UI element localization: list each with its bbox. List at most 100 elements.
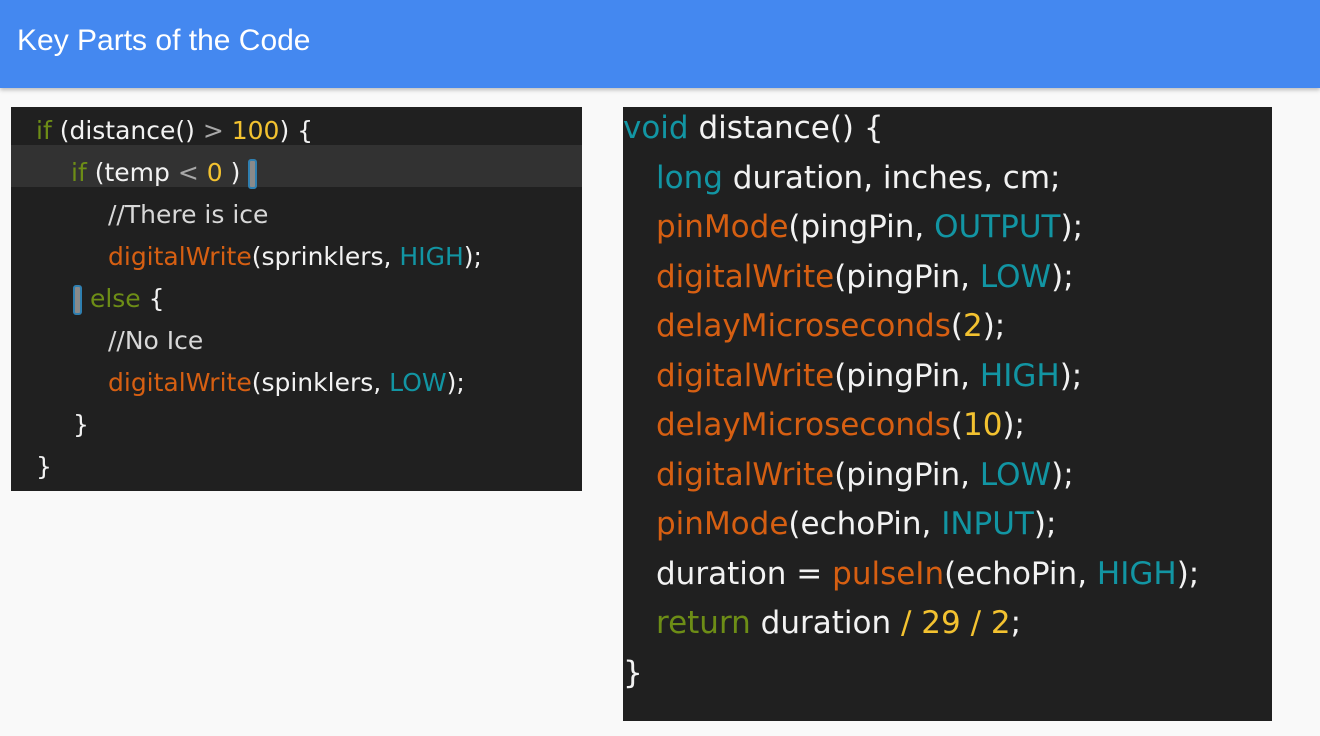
code-token: if [71,158,87,187]
code-token: } [36,452,52,481]
code-token: ) [222,158,249,187]
code-token: (sprinklers, [251,242,400,271]
code-token: HIGH [979,357,1060,394]
code-line: //No Ice [108,321,203,363]
code-line: digitalWrite(sprinklers, HIGH); [108,237,482,279]
code-token: INPUT [941,506,1034,542]
code-token: delayMicroseconds [656,308,951,344]
code-line: digitalWrite(pingPin, LOW); [656,454,1074,504]
code-token: LOW [979,258,1052,295]
code-token: (pingPin, [834,357,980,394]
code-token: (temp [86,158,178,187]
code-token: //There is ice [108,200,269,229]
code-token: void [623,110,689,146]
code-token: ); [1051,258,1074,295]
code-token: digitalWrite [656,357,835,394]
code-token: (echoPin, [788,506,942,542]
code-token: else [82,284,141,313]
code-token: duration = [656,555,833,592]
code-token: ( [950,407,963,443]
code-line: delayMicroseconds(10); [656,404,1025,454]
code-token: digitalWrite [108,368,252,397]
code-line: digitalWrite(spinklers, LOW); [108,363,465,405]
code-token: (pingPin, [834,258,980,295]
code-line: return duration / 29 / 2; [656,602,1021,652]
code-token: ); [1176,555,1200,592]
code-token: 29 [921,605,961,641]
code-token: / [900,605,912,641]
code-token: long [656,159,723,196]
code-token: 100 [231,116,280,145]
code-token: ); [1051,456,1074,493]
code-token: ); [982,308,1006,344]
code-token: pinMode [656,506,789,542]
code-token: ( [950,308,963,344]
code-line: else { [73,279,165,321]
code-token: pinMode [656,209,789,245]
code-token: pulseIn [832,555,945,592]
code-panel-distance-function: void distance() {long duration, inches, … [623,107,1272,721]
code-token: (pingPin, [834,456,980,493]
code-panel-if-statement: if (distance() > 100) {if (temp < 0 ) //… [11,107,582,491]
code-line: long duration, inches, cm; [656,157,1061,207]
code-token: LOW [389,368,447,397]
code-token: return [656,605,751,641]
code-line: pinMode(echoPin, INPUT); [656,503,1056,553]
code-token: { [140,284,165,313]
code-line: void distance() { [623,107,884,157]
code-token: ) { [279,116,314,145]
code-token: > [202,116,224,145]
code-line: if (distance() > 100) { [36,111,313,153]
code-token: ); [446,368,465,397]
code-token: (echoPin, [944,555,1097,592]
code-token: delayMicroseconds [656,407,951,443]
code-line: } [36,447,52,489]
code-token: if [36,116,52,145]
code-token: / [970,605,982,641]
code-token: duration [750,605,901,641]
text-cursor-icon [73,285,82,315]
code-token: ); [1060,209,1084,245]
code-token: LOW [979,456,1052,493]
code-token: OUTPUT [934,209,1061,245]
slide-header: Key Parts of the Code [0,0,1320,88]
code-line: delayMicroseconds(2); [656,305,1005,355]
code-token: duration, inches, cm; [722,159,1061,196]
code-line: //There is ice [108,195,268,237]
code-token: } [623,654,643,691]
code-token: 10 [962,407,1003,443]
code-token: digitalWrite [656,258,835,295]
code-token: 2 [962,308,983,344]
code-token: ); [1002,407,1025,443]
code-line: if (temp < 0 ) [71,153,258,195]
code-token: 2 [990,605,1011,641]
code-token: } [73,410,89,439]
code-token: //No Ice [108,326,204,355]
code-line: digitalWrite(pingPin, LOW); [656,256,1074,306]
code-token: ; [1010,605,1022,641]
code-token: digitalWrite [108,242,252,271]
text-cursor-icon [248,159,258,189]
code-token: distance() { [688,110,884,146]
page-title: Key Parts of the Code [17,24,311,57]
code-token: digitalWrite [656,456,835,493]
code-line: digitalWrite(pingPin, HIGH); [656,355,1082,405]
code-token: (distance() [51,116,203,145]
code-line: } [623,652,643,702]
code-token: (spinklers, [251,368,390,397]
code-line: pinMode(pingPin, OUTPUT); [656,206,1083,256]
code-line: } [73,405,89,447]
code-token: ); [1059,357,1083,394]
code-token: 0 [206,158,223,187]
code-line: duration = pulseIn(echoPin, HIGH); [656,553,1199,603]
code-token: (pingPin, [788,209,935,245]
code-token: HIGH [399,242,464,271]
code-token: HIGH [1096,555,1177,592]
code-token: < [177,158,199,187]
code-token: ); [463,242,482,271]
